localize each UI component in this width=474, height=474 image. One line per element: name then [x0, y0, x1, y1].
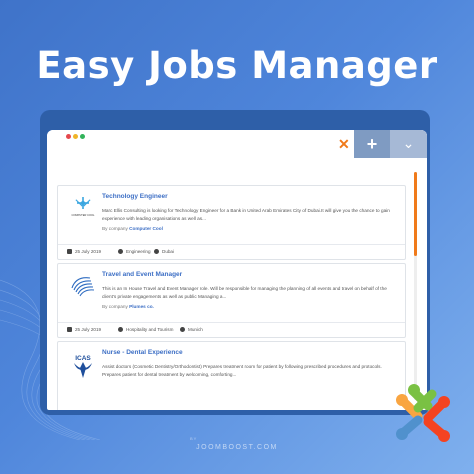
window-titlebar: ✕ + ⌄ — [47, 130, 427, 160]
page-headline: Easy Jobs Manager — [36, 44, 438, 87]
window-minimize-dot[interactable] — [73, 134, 78, 139]
category-icon — [118, 327, 123, 332]
job-title[interactable]: Nurse - Dental Experience — [102, 349, 183, 356]
category-icon — [118, 249, 123, 254]
location-pin-icon — [180, 327, 185, 332]
brand-by: BY — [190, 436, 198, 441]
job-location: Munich — [180, 327, 203, 332]
company-link[interactable]: Plumes co. — [129, 304, 154, 309]
job-date-text: 25 July 2019 — [75, 327, 102, 332]
job-location-text: Munich — [188, 327, 203, 332]
company-prefix: By company — [102, 304, 128, 309]
job-date-text: 25 July 2019 — [75, 249, 102, 254]
plus-icon[interactable]: + — [354, 130, 390, 158]
company-logo: COMPUTER COOL — [72, 197, 95, 217]
job-category: Engineering — [118, 249, 151, 254]
job-company: By company Computer Cool — [102, 226, 163, 231]
job-description: Assist doctors (Cosmetic Dentistry/Ortho… — [102, 364, 382, 377]
close-icon[interactable]: ✕ — [338, 135, 350, 153]
job-title[interactable]: Technology Engineer — [102, 193, 168, 200]
chevron-down-icon[interactable]: ⌄ — [390, 130, 427, 158]
job-card[interactable]: ICAS Nurse - Dental Experience Assist do… — [57, 341, 406, 410]
app-window: ✕ + ⌄ COMPUTER COOL Technology Engineer — [47, 130, 427, 410]
job-list: COMPUTER COOL Technology Engineer Marc E… — [57, 185, 407, 410]
job-company: By company Plumes co. — [102, 304, 154, 309]
company-link[interactable]: Computer Cool — [129, 226, 163, 231]
calendar-icon — [67, 249, 72, 254]
joomla-logo-icon — [396, 384, 450, 442]
job-meta: 25 July 2019 Hospitality and Tourism Mun… — [58, 322, 405, 337]
job-description: Marc Ellis Consulting is looking for Tec… — [102, 208, 390, 221]
company-prefix: By company — [102, 226, 128, 231]
job-description: This is an In House Travel and Event Man… — [102, 286, 387, 299]
job-meta: 25 July 2019 Engineering Dubai — [58, 244, 405, 259]
scrollbar-thumb[interactable] — [414, 172, 417, 256]
job-location-text: Dubai — [162, 249, 175, 254]
job-category-text: Engineering — [126, 249, 151, 254]
job-date: 25 July 2019 — [67, 327, 101, 332]
calendar-icon — [67, 327, 72, 332]
company-logo — [71, 277, 95, 297]
job-title[interactable]: Travel and Event Manager — [102, 271, 182, 278]
window-close-dot[interactable] — [66, 134, 71, 139]
logo-text: ICAS — [75, 355, 91, 362]
job-category-text: Hospitality and Tourism — [126, 327, 174, 332]
brand-name: JOOMBOOST.COM — [196, 444, 278, 451]
logo-text: COMPUTER COOL — [72, 213, 95, 217]
job-location: Dubai — [154, 249, 174, 254]
job-date: 25 July 2019 — [67, 249, 101, 254]
company-logo: ICAS — [74, 355, 92, 378]
location-pin-icon — [154, 249, 159, 254]
window-maximize-dot[interactable] — [80, 134, 85, 139]
job-card[interactable]: Travel and Event Manager This is an In H… — [57, 263, 406, 338]
job-category: Hospitality and Tourism — [118, 327, 173, 332]
job-card[interactable]: COMPUTER COOL Technology Engineer Marc E… — [57, 185, 406, 260]
